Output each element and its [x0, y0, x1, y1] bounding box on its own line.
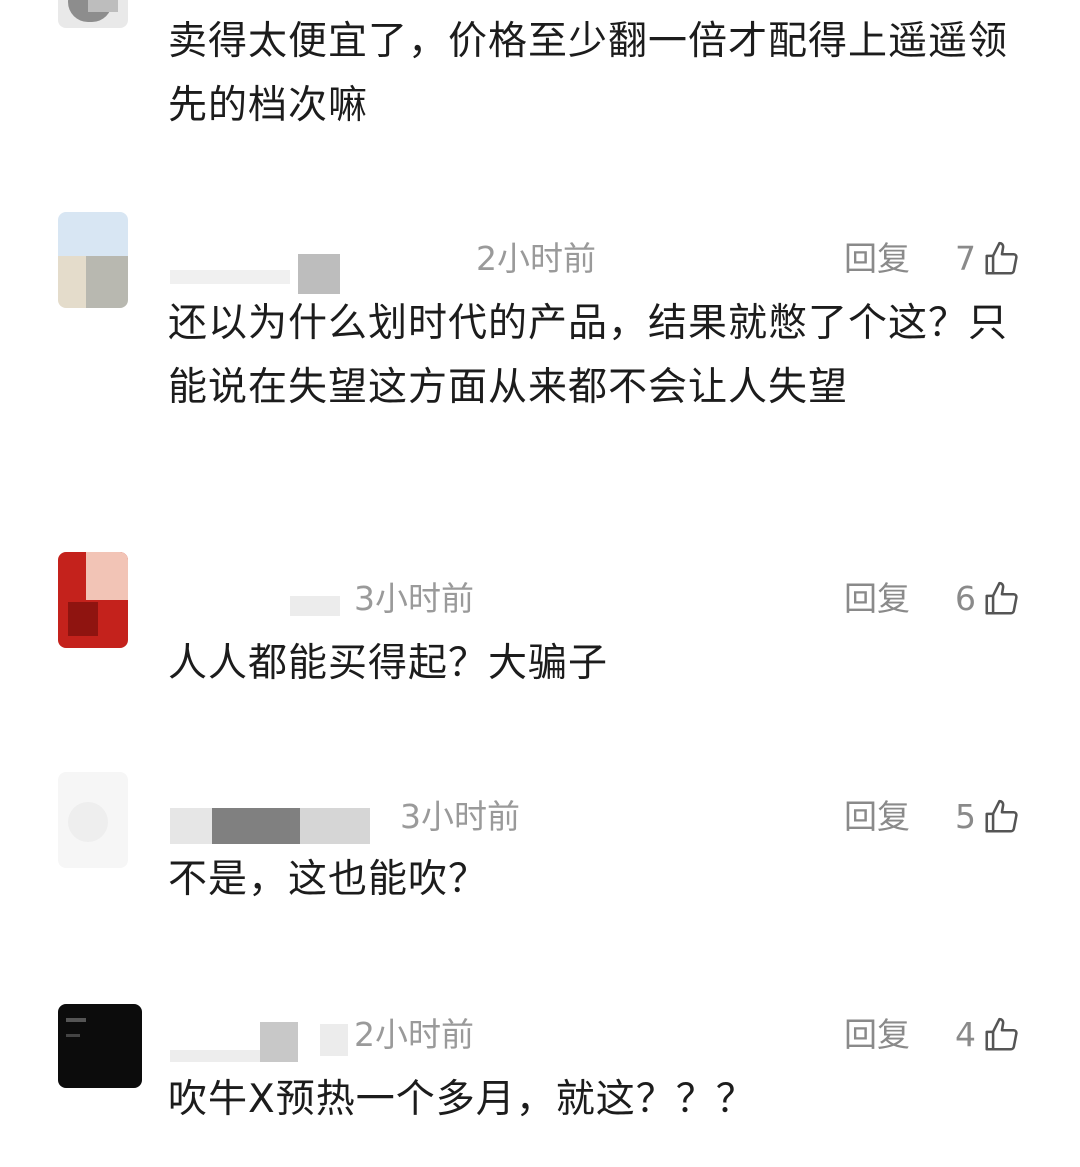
comment-text: 卖得太便宜了，价格至少翻一倍才配得上遥遥领先的档次嘛 [168, 19, 1009, 128]
comment-meta: 3小时前 回复 5 [170, 792, 1030, 844]
username-blurred[interactable] [170, 236, 470, 294]
comment-meta: 2小时前 回复 7 [170, 234, 1030, 294]
avatar[interactable] [58, 212, 128, 308]
avatar[interactable] [58, 772, 128, 868]
comment-meta: 3小时前 回复 6 [170, 574, 1030, 624]
like-count: 6 [955, 579, 976, 618]
like-button[interactable]: 6 [955, 577, 1020, 621]
like-count: 7 [955, 239, 976, 278]
comment-meta: 2小时前 回复 4 [170, 1010, 1030, 1062]
thumbs-up-icon [985, 241, 1018, 275]
comment-time: 3小时前 [400, 797, 520, 836]
comment-time: 3小时前 [354, 579, 474, 618]
reply-button[interactable]: 回复 [844, 795, 910, 839]
reply-button[interactable]: 回复 [844, 1013, 910, 1057]
thumbs-up-icon [985, 581, 1018, 615]
comment-time: 2小时前 [354, 1015, 474, 1054]
comment-text: 人人都能买得起？大骗子 [168, 641, 609, 686]
username-blurred[interactable] [170, 794, 400, 844]
like-count: 4 [955, 1015, 976, 1054]
avatar[interactable] [58, 0, 128, 28]
thumbs-up-icon [985, 799, 1018, 833]
avatar[interactable] [58, 552, 128, 648]
comment-text: 不是，这也能吹？ [168, 857, 489, 902]
like-count: 5 [955, 797, 976, 836]
username-blurred[interactable] [170, 576, 350, 620]
thumbs-up-icon [985, 1017, 1018, 1051]
reply-button[interactable]: 回复 [844, 577, 910, 621]
comment-text: 还以为什么划时代的产品，结果就憋了个这？只能说在失望这方面从来都不会让人失望 [168, 301, 1009, 410]
like-button[interactable]: 4 [955, 1013, 1020, 1057]
like-button[interactable]: 7 [955, 237, 1020, 281]
comment-text: 吹牛X预热一个多月，就这？？？ [168, 1077, 756, 1122]
avatar[interactable] [58, 1004, 142, 1088]
username-blurred[interactable] [170, 1012, 350, 1062]
reply-button[interactable]: 回复 [844, 237, 910, 281]
like-button[interactable]: 5 [955, 795, 1020, 839]
comment-time: 2小时前 [476, 239, 596, 278]
